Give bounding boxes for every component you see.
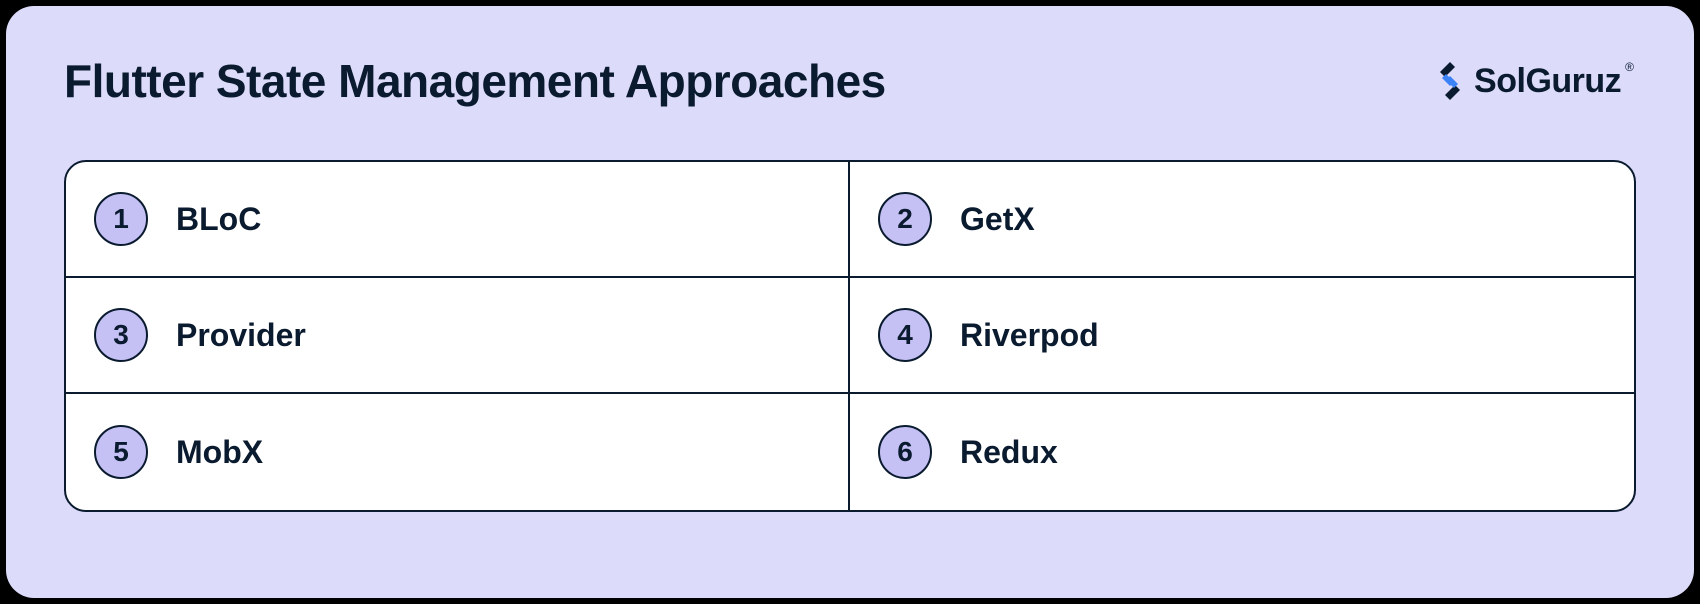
item-label: MobX	[176, 434, 263, 471]
list-item: 5 MobX	[66, 394, 850, 510]
item-number-badge: 1	[94, 192, 148, 246]
list-item: 4 Riverpod	[850, 278, 1634, 394]
approaches-grid: 1 BLoC 2 GetX 3 Provider 4 Riverpod 5 Mo…	[64, 160, 1636, 512]
item-number-badge: 5	[94, 425, 148, 479]
list-item: 6 Redux	[850, 394, 1634, 510]
item-label: Riverpod	[960, 317, 1099, 354]
item-label: Provider	[176, 317, 306, 354]
item-number-badge: 2	[878, 192, 932, 246]
item-number-badge: 3	[94, 308, 148, 362]
item-label: GetX	[960, 201, 1035, 238]
list-item: 2 GetX	[850, 162, 1634, 278]
header: Flutter State Management Approaches SolG…	[64, 54, 1636, 108]
list-item: 3 Provider	[66, 278, 850, 394]
item-label: BLoC	[176, 201, 261, 238]
main-card: Flutter State Management Approaches SolG…	[6, 6, 1694, 598]
list-item: 1 BLoC	[66, 162, 850, 278]
brand-name: SolGuruz	[1474, 62, 1621, 101]
brand-logo: SolGuruz ®	[1432, 60, 1636, 102]
item-number-badge: 4	[878, 308, 932, 362]
item-label: Redux	[960, 434, 1058, 471]
item-number-badge: 6	[878, 425, 932, 479]
registered-mark: ®	[1625, 60, 1634, 74]
logo-icon	[1432, 60, 1468, 102]
page-title: Flutter State Management Approaches	[64, 54, 886, 108]
